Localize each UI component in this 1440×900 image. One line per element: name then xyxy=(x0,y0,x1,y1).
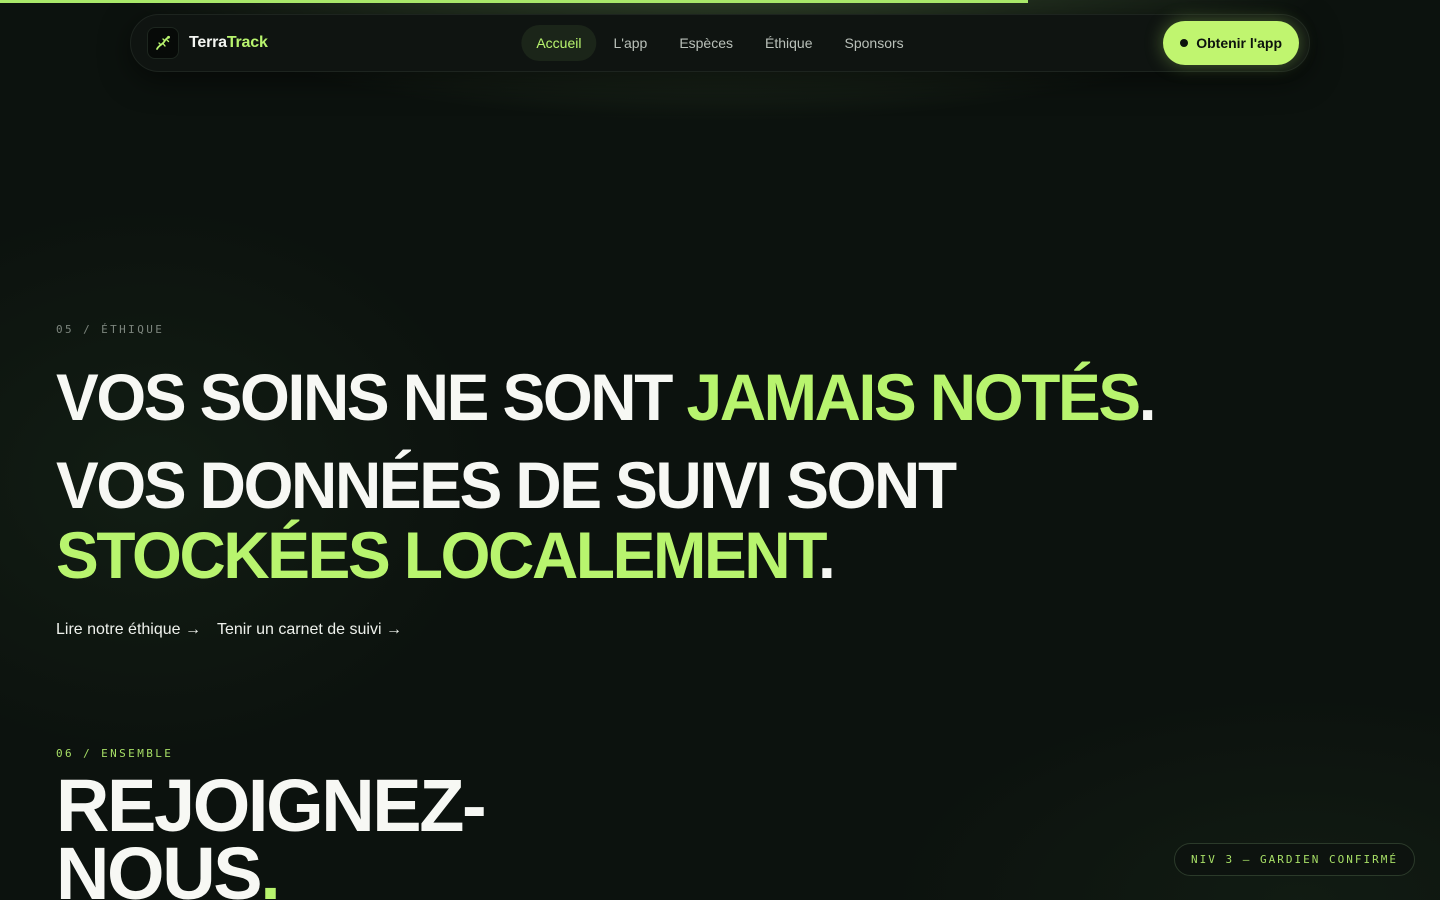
brand-name-part1: Terra xyxy=(189,34,227,51)
get-app-label: Obtenir l'app xyxy=(1196,35,1282,51)
nav-link-especes[interactable]: Espèces xyxy=(664,25,748,61)
ethics-headline-line1: VOS SOINS NE SONT JAMAIS NOTÉS. xyxy=(56,360,1157,434)
scroll-progress-fill xyxy=(0,0,1029,3)
tracking-log-link[interactable]: Tenir un carnet de suivi → xyxy=(217,621,402,639)
ethics-line1-period: . xyxy=(1138,360,1157,434)
ethics-eyebrow: 05 / ÉTHIQUE xyxy=(56,323,165,336)
scroll-progress-bar xyxy=(0,0,1440,3)
ethics-headline-line3: STOCKÉES LOCALEMENT. xyxy=(56,518,836,592)
ethics-line1-green: JAMAIS NOTÉS xyxy=(686,360,1141,434)
ethics-line2-white: VOS DONNÉES DE SUIVI SONT xyxy=(56,448,957,522)
lizard-icon xyxy=(147,27,179,59)
join-us-line2: NOUS xyxy=(56,832,263,900)
level-badge-label: NIV 3 — GARDIEN CONFIRMÉ xyxy=(1191,853,1398,866)
brand-name: TerraTrack xyxy=(189,34,268,52)
ethics-line3-green: STOCKÉES LOCALEMENT xyxy=(56,518,820,592)
together-eyebrow: 06 / ENSEMBLE xyxy=(56,747,174,760)
nav-link-accueil[interactable]: Accueil xyxy=(521,25,597,61)
nav-link-ethique[interactable]: Éthique xyxy=(750,25,827,61)
brand-logo[interactable]: TerraTrack xyxy=(147,27,268,59)
brand-name-part2: Track xyxy=(226,34,268,51)
ethics-links: Lire notre éthique → Tenir un carnet de … xyxy=(56,621,402,639)
nav-link-sponsors[interactable]: Sponsors xyxy=(830,25,919,61)
level-badge[interactable]: NIV 3 — GARDIEN CONFIRMÉ xyxy=(1174,843,1415,876)
get-app-button[interactable]: Obtenir l'app xyxy=(1163,21,1299,65)
nav-links: Accueil L'app Espèces Éthique Sponsors xyxy=(521,25,918,61)
ethics-headline-line2: VOS DONNÉES DE SUIVI SONT xyxy=(56,448,957,522)
read-ethics-link[interactable]: Lire notre éthique → xyxy=(56,621,201,639)
dot-icon xyxy=(1180,39,1189,47)
nav-link-app[interactable]: L'app xyxy=(598,25,662,61)
top-navbar: TerraTrack Accueil L'app Espèces Éthique… xyxy=(130,14,1310,72)
join-us-title: REJOIGNEZ- NOUS. xyxy=(56,769,656,900)
ethics-line1-white: VOS SOINS NE SONT xyxy=(56,360,687,434)
ethics-line3-period: . xyxy=(818,518,836,592)
join-us-period: . xyxy=(260,832,281,900)
